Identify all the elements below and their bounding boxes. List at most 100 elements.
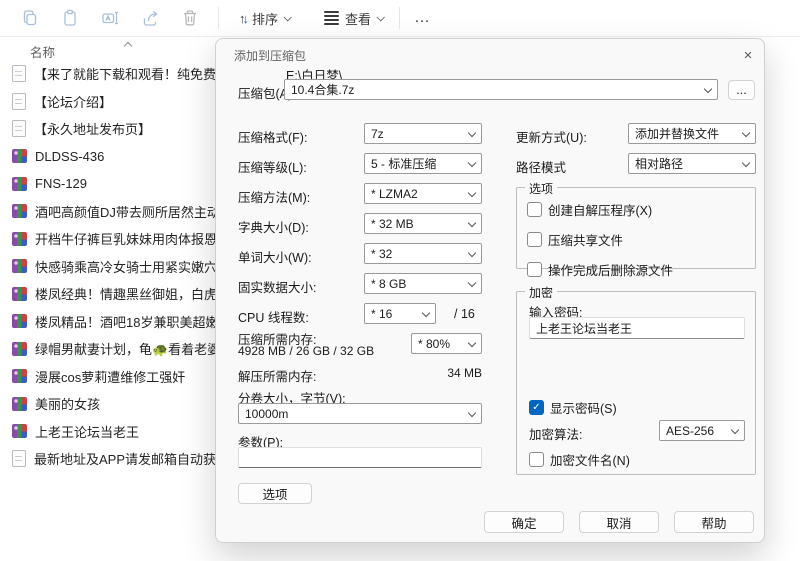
- more-options-button[interactable]: …: [402, 9, 444, 27]
- path-mode-select[interactable]: 相对路径: [628, 153, 756, 174]
- encryption-method-select[interactable]: AES-256: [659, 420, 745, 441]
- sort-button[interactable]: ↑↓ 排序: [229, 5, 300, 32]
- solid-block-select[interactable]: * 8 GB: [364, 273, 482, 294]
- archive-file-icon: [12, 369, 27, 383]
- level-label: 压缩等级(L):: [238, 157, 307, 176]
- archive-file-icon: [12, 149, 27, 163]
- format-value: 7z: [371, 127, 384, 141]
- checkbox-icon: [527, 232, 542, 247]
- checkbox-label: 显示密码(S): [550, 398, 617, 417]
- delete-icon[interactable]: [180, 8, 200, 28]
- text-file-icon: [12, 450, 26, 467]
- format-label: 压缩格式(F):: [238, 127, 307, 146]
- archive-file-icon: [12, 314, 27, 328]
- update-mode-value: 添加并替换文件: [635, 125, 719, 142]
- file-name: DLDSS-436: [35, 149, 104, 164]
- chevron-down-icon: [468, 278, 476, 286]
- cancel-button[interactable]: 取消: [579, 511, 659, 533]
- update-mode-label: 更新方式(U):: [516, 127, 587, 146]
- close-icon[interactable]: ×: [737, 44, 759, 66]
- cpu-threads-label: CPU 线程数:: [238, 307, 309, 326]
- encryption-method-label: 加密算法:: [529, 424, 582, 443]
- copy-icon[interactable]: [20, 8, 40, 28]
- chevron-down-icon: [376, 13, 384, 21]
- level-select[interactable]: 5 - 标准压缩: [364, 153, 482, 174]
- archive-file-icon: [12, 342, 27, 356]
- dialog-title: 添加到压缩包: [234, 47, 306, 64]
- options-group: 选项 创建自解压程序(X) 压缩共享文件 操作完成后删除源文件: [516, 187, 756, 269]
- option-checkbox[interactable]: 压缩共享文件: [527, 230, 673, 249]
- file-name: 快感骑乘高冷女骑士用紧实嫩穴换: [35, 257, 230, 276]
- parameters-input[interactable]: [238, 447, 482, 468]
- file-name: FNS-129: [35, 176, 87, 191]
- chevron-down-icon: [731, 425, 739, 433]
- file-name: 【论坛介绍】: [34, 92, 112, 111]
- method-value: * LZMA2: [371, 187, 418, 201]
- archive-file-icon: [12, 232, 27, 246]
- solid-block-label: 固实数据大小:: [238, 277, 316, 296]
- add-to-archive-dialog: 添加到压缩包 × 压缩包(A) E:\白日梦\ 10.4合集.7z ... 压缩…: [215, 38, 765, 543]
- dictionary-value: * 32 MB: [371, 217, 414, 231]
- dictionary-select[interactable]: * 32 MB: [364, 213, 482, 234]
- file-name: 楼凤精品！酒吧18岁兼职美超嫩: [35, 312, 218, 331]
- sort-label: 排序: [252, 9, 278, 28]
- view-button[interactable]: 查看: [314, 5, 393, 32]
- share-icon[interactable]: [140, 8, 160, 28]
- browse-button[interactable]: ...: [728, 80, 755, 100]
- encrypt-filenames-checkbox[interactable]: 加密文件名(N): [529, 450, 630, 469]
- archive-file-icon: [12, 287, 27, 301]
- options-button[interactable]: 选项: [238, 483, 312, 504]
- ok-button[interactable]: 确定: [484, 511, 564, 533]
- toolbar-divider: [218, 7, 219, 29]
- archive-name-value: 10.4合集.7z: [291, 81, 354, 98]
- memory-compress-detail: 4928 MB / 26 GB / 32 GB: [238, 344, 374, 358]
- checkbox-icon: [529, 452, 544, 467]
- archive-file-icon: [12, 259, 27, 273]
- password-input[interactable]: 上老王论坛当老王: [529, 317, 745, 339]
- text-file-icon: [12, 93, 26, 110]
- paste-icon[interactable]: [60, 8, 80, 28]
- chevron-down-icon: [468, 338, 476, 346]
- file-name: 漫展cos萝莉遭维修工强奸: [35, 367, 185, 386]
- help-button[interactable]: 帮助: [674, 511, 754, 533]
- word-size-label: 单词大小(W):: [238, 247, 312, 266]
- format-select[interactable]: 7z: [364, 123, 482, 144]
- cpu-threads-value: * 16: [371, 307, 392, 321]
- chevron-down-icon: [742, 128, 750, 136]
- chevron-down-icon: [468, 158, 476, 166]
- update-mode-select[interactable]: 添加并替换文件: [628, 123, 756, 144]
- show-password-checkbox[interactable]: 显示密码(S): [529, 398, 617, 417]
- memory-decompress-value: 34 MB: [362, 366, 482, 380]
- rename-icon[interactable]: [100, 8, 120, 28]
- checkbox-icon: [527, 262, 542, 277]
- archive-file-icon: [12, 177, 27, 191]
- view-list-icon: [324, 11, 339, 25]
- file-name: 绿帽男献妻计划，龟🐢看着老婆: [35, 339, 220, 358]
- text-file-icon: [12, 65, 26, 82]
- word-size-select[interactable]: * 32: [364, 243, 482, 264]
- checkbox-icon: [527, 202, 542, 217]
- memory-percent-select[interactable]: * 80%: [411, 333, 482, 354]
- cpu-threads-select[interactable]: * 16: [364, 303, 436, 324]
- file-name: 楼凤经典！情趣黑丝御姐，白虎逼: [35, 284, 230, 303]
- memory-percent-value: * 80%: [418, 337, 450, 351]
- method-select[interactable]: * LZMA2: [364, 183, 482, 204]
- path-mode-value: 相对路径: [635, 155, 683, 172]
- file-name: 【来了就能下载和观看！纯免费！】: [34, 64, 242, 83]
- option-checkbox[interactable]: 创建自解压程序(X): [527, 200, 673, 219]
- chevron-down-icon: [468, 128, 476, 136]
- file-name: 上老王论坛当老王: [35, 422, 139, 441]
- option-checkbox[interactable]: 操作完成后删除源文件: [527, 260, 673, 279]
- archive-file-icon: [12, 397, 27, 411]
- archive-name-select[interactable]: 10.4合集.7z: [284, 79, 718, 100]
- method-label: 压缩方法(M):: [238, 187, 310, 206]
- split-volume-select[interactable]: 10000m: [238, 403, 482, 424]
- file-name: 【永久地址发布页】: [34, 119, 151, 138]
- dictionary-label: 字典大小(D):: [238, 217, 309, 236]
- column-header-name[interactable]: 名称: [30, 42, 55, 61]
- word-size-value: * 32: [371, 247, 392, 261]
- chevron-down-icon: [468, 188, 476, 196]
- chevron-down-icon: [704, 84, 712, 92]
- split-volume-value: 10000m: [245, 407, 288, 421]
- checkbox-label: 加密文件名(N): [550, 450, 630, 469]
